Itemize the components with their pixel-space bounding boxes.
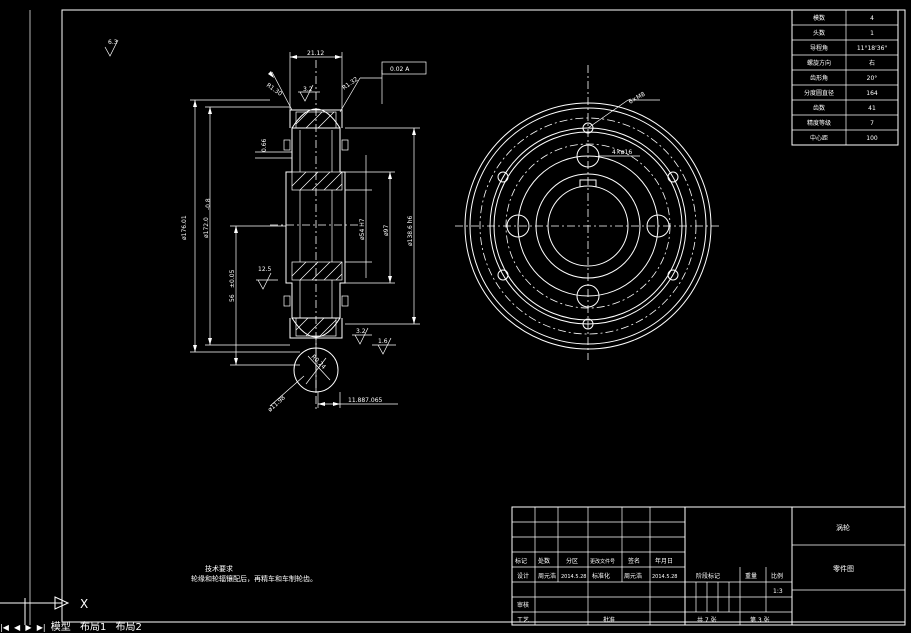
- tb-designer: 周元浩: [538, 572, 556, 580]
- tb-stage-label: 阶段标记: [696, 572, 720, 580]
- ucs-x-label: X: [80, 597, 88, 611]
- tb-std-date: 2014.5.28: [652, 574, 677, 580]
- tb-std-name: 周元浩: [624, 572, 642, 580]
- tb-design-date: 2014.5.28: [561, 574, 586, 580]
- gear-table-value: 7: [870, 120, 874, 127]
- holes-mid-label: 4×ø16: [612, 149, 632, 156]
- tolerance-frame: 0.02 A: [390, 66, 410, 73]
- tb-weight-label: 重量: [745, 572, 757, 580]
- dim-d-bore: ø54 H7: [359, 218, 366, 240]
- roughness-3: 1.6: [378, 338, 388, 345]
- gear-table-label: 精度等级: [807, 119, 831, 127]
- gear-table-label: 头数: [813, 29, 825, 37]
- gear-table-label: 齿数: [813, 104, 825, 112]
- roughness-2: 3.2: [356, 328, 366, 335]
- gear-table-label: 分度圆直径: [804, 89, 834, 97]
- holes-top-label: 6×M8: [628, 91, 647, 106]
- roughness-corner: 6.3: [108, 39, 118, 46]
- sheet-border: [61, 9, 906, 623]
- tb-header-5: 年月日: [655, 557, 673, 565]
- tb-header-0: 标记: [515, 557, 527, 565]
- dim-d-outer: ø176.01: [181, 215, 188, 240]
- tab-nav-next[interactable]: ▶: [25, 623, 31, 632]
- gear-table-label: 螺旋方向: [807, 59, 831, 67]
- gear-table-label: 齿形角: [810, 74, 828, 82]
- dim-width-top: 21.12: [307, 50, 324, 57]
- tab-nav-first[interactable]: |◀: [0, 623, 9, 632]
- dim-d-hub: ø138.6 h6: [407, 215, 414, 246]
- dim-length-tol: ±0.05: [229, 269, 236, 288]
- tb-header-2: 分区: [566, 557, 578, 565]
- dim-offset: 0.66: [261, 138, 268, 152]
- layout-tabs: |◀ ◀ ▶ ▶| 模型 布局1 布局2: [0, 618, 300, 633]
- gear-table-value: 4: [870, 15, 874, 22]
- tb-header-3: 更改文件号: [590, 558, 615, 565]
- tab-layout1[interactable]: 布局1: [80, 622, 106, 633]
- gear-table-value: 11°18'36": [857, 45, 888, 52]
- gear-table-label: 导程角: [810, 44, 828, 52]
- tb-sheets-total: 共 7 张: [697, 616, 717, 624]
- gear-table-value: 41: [868, 105, 876, 112]
- tb-scale-value: 1:3: [773, 588, 783, 595]
- tb-std-label: 标准化: [592, 572, 610, 580]
- gear-table-value: 右: [869, 59, 875, 67]
- roughness-4: 3.2: [303, 86, 313, 93]
- hatch-top: [291, 111, 343, 337]
- notes-line1: 轮缘和轮辐镶配后，再精车和车制轮齿。: [191, 574, 317, 583]
- tab-nav-prev[interactable]: ◀: [14, 623, 20, 632]
- gear-table-value: 1: [870, 30, 874, 37]
- dim-d-small: ø11.98: [267, 394, 287, 413]
- tb-header-1: 处数: [538, 557, 550, 565]
- tb-part-name: 涡轮: [836, 523, 850, 532]
- tb-header-4: 签名: [628, 557, 640, 565]
- gear-table-label: 中心距: [810, 134, 828, 142]
- cad-drawing: 模数 4 头数 1 导程角 11°18'36" 螺旋方向 右齿形角 20° 分度圆直径 164 齿数 4…: [0, 9, 906, 626]
- tab-model[interactable]: 模型: [51, 622, 71, 633]
- notes-title: 技术要求: [205, 564, 233, 573]
- dim-d-tip-tol: -0.8: [205, 198, 212, 210]
- tb-drawing-type: 零件图: [833, 564, 854, 573]
- dim-length-56: 56: [229, 294, 236, 302]
- gear-parameter-table: 模数 4 头数 1 导程角 11°18'36" 螺旋方向 右齿形角 20° 分度圆直径 164 齿数 4…: [791, 9, 899, 146]
- gear-table-value: 164: [866, 90, 878, 97]
- gear-table-label: 模数: [813, 14, 825, 22]
- tb-sheet-no: 第 3 张: [750, 616, 770, 624]
- front-view: 6×M8 4×ø16: [455, 65, 720, 360]
- tab-nav-last[interactable]: ▶|: [37, 623, 46, 632]
- tb-approve-label: 批准: [603, 616, 615, 624]
- dim-r-left: R1.30: [265, 82, 284, 98]
- tb-scale-label: 比例: [771, 572, 783, 580]
- tb-design-label: 设计: [517, 572, 529, 580]
- section-view: 21.12 R1.30 R1.32 0.02 A ø176.01 ø172.0 …: [104, 39, 427, 413]
- roughness-1: 12.5: [258, 266, 272, 273]
- gear-table-value: 100: [866, 135, 878, 142]
- tb-review-label: 审核: [517, 601, 529, 609]
- dim-d-tip: ø172.0: [203, 217, 210, 238]
- tb-craft-label: 工艺: [517, 616, 529, 624]
- title-block: 标记 处数 分区 更改文件号 签名 年月日 设计 周元浩 2014.5.28 标…: [511, 506, 906, 626]
- tab-layout2[interactable]: 布局2: [116, 622, 142, 633]
- dim-d-97: ø97: [383, 225, 390, 236]
- gear-table-value: 20°: [867, 75, 878, 82]
- dim-keyway: 11.887.065: [348, 397, 383, 404]
